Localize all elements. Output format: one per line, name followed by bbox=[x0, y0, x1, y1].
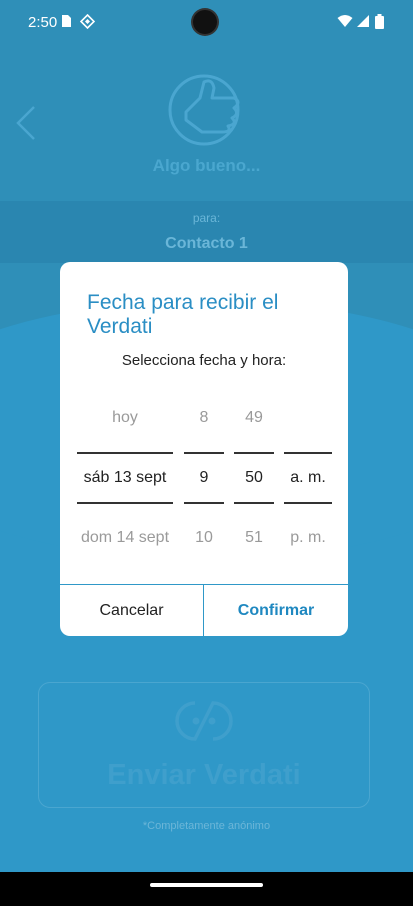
verdati-logo-icon bbox=[175, 701, 233, 741]
dialog-title: Fecha para recibir el Verdati bbox=[87, 291, 279, 338]
vpn-icon bbox=[80, 14, 95, 29]
picker-divider bbox=[77, 452, 173, 454]
sim-card-icon bbox=[62, 15, 71, 27]
back-arrow-icon[interactable] bbox=[14, 104, 38, 142]
date-option-prev[interactable]: hoy bbox=[77, 409, 173, 427]
status-time: 2:50 bbox=[28, 14, 58, 31]
minute-option-selected[interactable]: 50 bbox=[234, 469, 274, 487]
send-verdati-label: Enviar Verdati bbox=[107, 759, 301, 791]
phone-screen: 2:50 Algo bueno... para: Contacto 1 Envi… bbox=[0, 0, 413, 906]
picker-divider bbox=[184, 502, 224, 504]
thumbs-up-icon bbox=[168, 74, 240, 146]
hour-option-prev[interactable]: 8 bbox=[184, 409, 224, 427]
picker-divider bbox=[234, 502, 274, 504]
front-camera bbox=[193, 10, 217, 34]
date-time-dialog: Fecha para recibir el Verdati Selecciona… bbox=[60, 262, 348, 636]
date-option-next[interactable]: dom 14 sept bbox=[77, 529, 173, 547]
minute-option-prev[interactable]: 49 bbox=[234, 409, 274, 427]
battery-icon bbox=[375, 14, 384, 29]
signal-icon bbox=[357, 15, 369, 27]
date-option-selected[interactable]: sáb 13 sept bbox=[77, 469, 173, 487]
send-verdati-button[interactable]: Enviar Verdati bbox=[38, 682, 370, 808]
message-subject: Algo bueno... bbox=[152, 156, 261, 175]
minute-option-next[interactable]: 51 bbox=[234, 529, 274, 547]
navigation-bar bbox=[0, 872, 413, 906]
hour-option-selected[interactable]: 9 bbox=[184, 469, 224, 487]
dialog-subtitle: Selecciona fecha y hora: bbox=[121, 352, 287, 369]
status-bar: 2:50 bbox=[0, 0, 413, 44]
confirm-button[interactable]: Confirmar bbox=[204, 585, 348, 636]
picker-divider bbox=[234, 452, 274, 454]
picker-divider bbox=[284, 502, 332, 504]
anonymous-note: *Completamente anónimo bbox=[142, 820, 271, 832]
picker-divider bbox=[184, 452, 224, 454]
dialog-footer: Cancelar Confirmar bbox=[60, 584, 348, 636]
recipient-contact[interactable]: Contacto 1 bbox=[0, 235, 413, 253]
wifi-icon bbox=[337, 15, 353, 27]
cancel-button[interactable]: Cancelar bbox=[60, 585, 203, 636]
ampm-option-next[interactable]: p. m. bbox=[284, 529, 332, 547]
home-gesture-handle[interactable] bbox=[150, 883, 263, 887]
hour-option-next[interactable]: 10 bbox=[184, 529, 224, 547]
para-label: para: bbox=[192, 211, 221, 225]
recipient-band: para: Contacto 1 bbox=[0, 201, 413, 263]
picker-divider bbox=[284, 452, 332, 454]
ampm-option-selected[interactable]: a. m. bbox=[284, 469, 332, 487]
picker-divider bbox=[77, 502, 173, 504]
